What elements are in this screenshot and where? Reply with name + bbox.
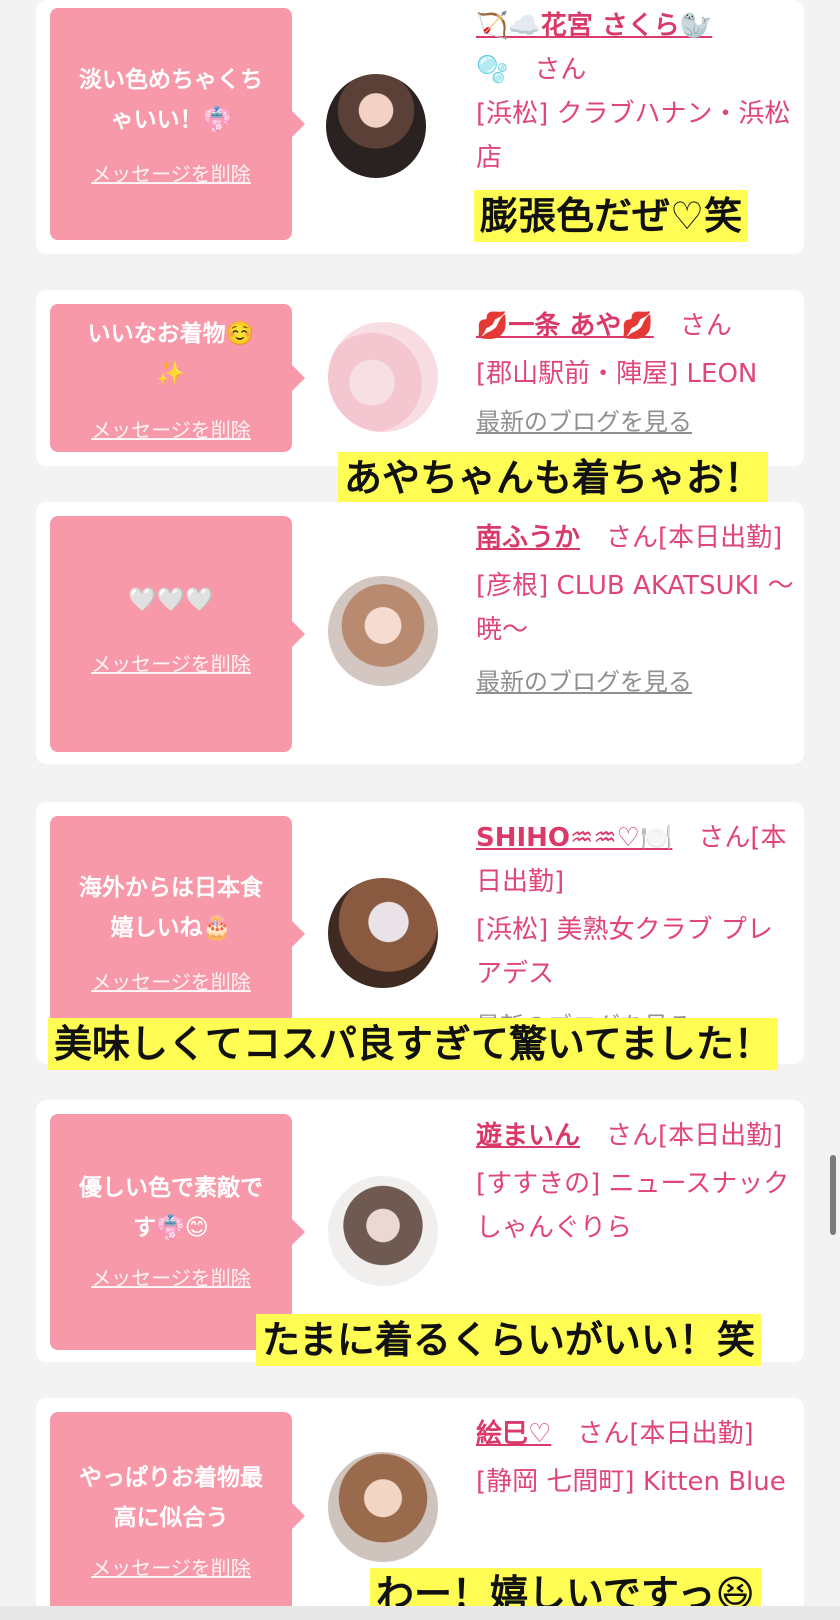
delete-message-link[interactable]: メッセージを削除	[50, 1262, 292, 1291]
caption-overlay: 美味しくてコスパ良すぎて驚いてました！	[48, 1018, 778, 1070]
profile-info: 南ふうか さん[本日出勤] [彦根] CLUB AKATSUKI 〜暁〜 最新の…	[476, 516, 796, 704]
shop-name: [郡山駅前・陣屋] LEON	[476, 359, 758, 389]
shop-name: [彦根] CLUB AKATSUKI 〜暁〜	[476, 571, 794, 645]
message-bubble: いいなお着物☺️ ✨ メッセージを削除	[50, 304, 305, 452]
avatar[interactable]	[328, 878, 438, 988]
profile-info: 🏹☁️花宮 さくら🦭 🫧 さん [浜松] クラブハナン・浜松店	[476, 4, 796, 180]
profile-name-link[interactable]: 🏹☁️花宮 さくら🦭	[476, 11, 712, 41]
profile-name-link[interactable]: 遊まいん	[476, 1121, 580, 1151]
shop-name: [静岡 七間町] Kitten Blue	[476, 1467, 786, 1497]
honorific: さん[本日出勤]	[577, 1419, 754, 1449]
message-bubble: 🤍🤍🤍 メッセージを削除	[50, 516, 305, 752]
latest-blog-link[interactable]: 最新のブログを見る	[476, 400, 796, 444]
delete-message-link[interactable]: メッセージを削除	[50, 966, 292, 995]
profile-name-link[interactable]: 絵巳♡	[476, 1419, 551, 1449]
profile-info: SHIHO♒♒♡🍽️ さん[本日出勤] [浜松] 美熟女クラブ プレアデス 最新…	[476, 816, 796, 1048]
message-text: 優しい色で素敵で す👘😊	[79, 1175, 263, 1241]
message-bubble: 淡い色めちゃくち ゃいい！👘 メッセージを削除	[50, 8, 305, 240]
profile-info: 💋一条 あや💋 さん [郡山駅前・陣屋] LEON 最新のブログを見る	[476, 304, 796, 444]
message-card: いいなお着物☺️ ✨ メッセージを削除 💋一条 あや💋 さん [郡山駅前・陣屋]…	[36, 290, 804, 466]
bottom-bar	[0, 1606, 840, 1620]
avatar[interactable]	[328, 1176, 438, 1286]
message-text: 淡い色めちゃくち ゃいい！👘	[79, 67, 263, 133]
shop-name: [浜松] クラブハナン・浜松店	[476, 99, 791, 173]
message-text: 🤍🤍🤍	[128, 587, 214, 613]
profile-name-link[interactable]: 💋一条 あや💋	[476, 311, 654, 341]
profile-name-link[interactable]: 南ふうか	[476, 523, 580, 553]
avatar[interactable]	[328, 1452, 438, 1562]
profile-info: 絵巳♡ さん[本日出勤] [静岡 七間町] Kitten Blue	[476, 1412, 796, 1504]
delete-message-link[interactable]: メッセージを削除	[50, 158, 292, 187]
message-bubble: やっぱりお着物最 高に似合う メッセージを削除	[50, 1412, 305, 1620]
caption-overlay: たまに着るくらいがいい！笑	[256, 1314, 761, 1366]
delete-message-link[interactable]: メッセージを削除	[50, 648, 292, 677]
avatar[interactable]	[328, 322, 438, 432]
avatar[interactable]	[326, 74, 426, 178]
honorific: さん[本日出勤]	[606, 523, 783, 553]
profile-info: 遊まいん さん[本日出勤] [すすきの] ニュースナックしゃんぐりら	[476, 1114, 796, 1250]
message-bubble: 海外からは日本食 嬉しいね🎂 メッセージを削除	[50, 816, 305, 1052]
shop-name: [浜松] 美熟女クラブ プレアデス	[476, 915, 773, 989]
latest-blog-link[interactable]: 最新のブログを見る	[476, 660, 796, 704]
delete-message-link[interactable]: メッセージを削除	[50, 414, 292, 443]
message-text: 海外からは日本食 嬉しいね🎂	[79, 875, 263, 941]
shop-name: [すすきの] ニュースナックしゃんぐりら	[476, 1169, 790, 1243]
honorific: さん	[679, 311, 732, 341]
scrollbar[interactable]	[830, 1155, 836, 1235]
delete-message-link[interactable]: メッセージを削除	[50, 1552, 292, 1581]
caption-overlay: あやちゃんも着ちゃお！	[338, 452, 769, 504]
name-emoji: 🫧	[476, 55, 509, 85]
honorific: さん[本日出勤]	[606, 1121, 783, 1151]
caption-overlay: 膨張色だぜ♡笑	[474, 190, 749, 242]
profile-name-link[interactable]: SHIHO♒♒♡🍽️	[476, 823, 672, 853]
honorific: さん	[534, 55, 587, 85]
message-text: やっぱりお着物最 高に似合う	[79, 1465, 263, 1531]
message-text: いいなお着物☺️ ✨	[87, 321, 255, 387]
avatar[interactable]	[328, 576, 438, 686]
message-card: 🤍🤍🤍 メッセージを削除 南ふうか さん[本日出勤] [彦根] CLUB AKA…	[36, 502, 804, 764]
